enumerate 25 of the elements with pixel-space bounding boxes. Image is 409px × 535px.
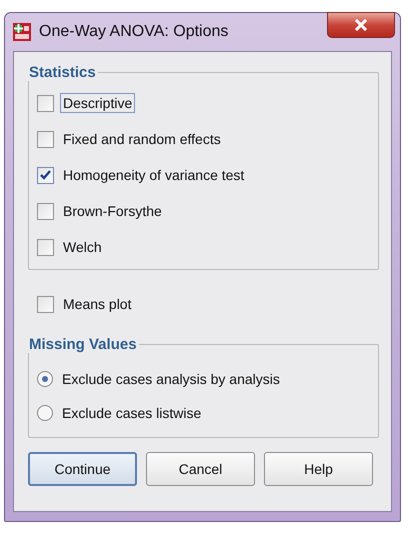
checkbox[interactable] [37, 296, 54, 312]
checkbox[interactable] [37, 130, 54, 148]
radio-label[interactable]: Exclude cases analysis by analysis [59, 369, 283, 389]
radio-label[interactable]: Exclude cases listwise [59, 403, 204, 423]
checkbox[interactable] [37, 202, 54, 220]
window-title: One-Way ANOVA: Options [39, 23, 228, 41]
checkbox-label[interactable]: Brown-Forsythe [60, 201, 165, 221]
radio-button[interactable] [37, 371, 53, 387]
dialog-button[interactable]: Help [264, 452, 373, 486]
checkbox[interactable] [37, 166, 54, 184]
group-title: Missing Values [28, 336, 138, 353]
dialog-button[interactable]: Cancel [146, 452, 255, 486]
checkbox-label[interactable]: Means plot [60, 294, 134, 314]
close-button[interactable] [327, 12, 395, 38]
checkbox-label[interactable]: Welch [60, 237, 105, 257]
checkbox[interactable] [37, 238, 54, 256]
checkbox-label[interactable]: Descriptive [60, 93, 136, 113]
app-icon [13, 23, 31, 41]
checkbox[interactable] [37, 94, 54, 112]
checkbox-label[interactable]: Homogeneity of variance test [60, 165, 248, 185]
close-icon [354, 19, 368, 31]
dialog-button[interactable]: Continue [28, 452, 137, 486]
radio-button[interactable] [37, 405, 53, 421]
checkbox-label[interactable]: Fixed and random effects [60, 129, 224, 149]
group-title: Statistics [28, 64, 97, 81]
